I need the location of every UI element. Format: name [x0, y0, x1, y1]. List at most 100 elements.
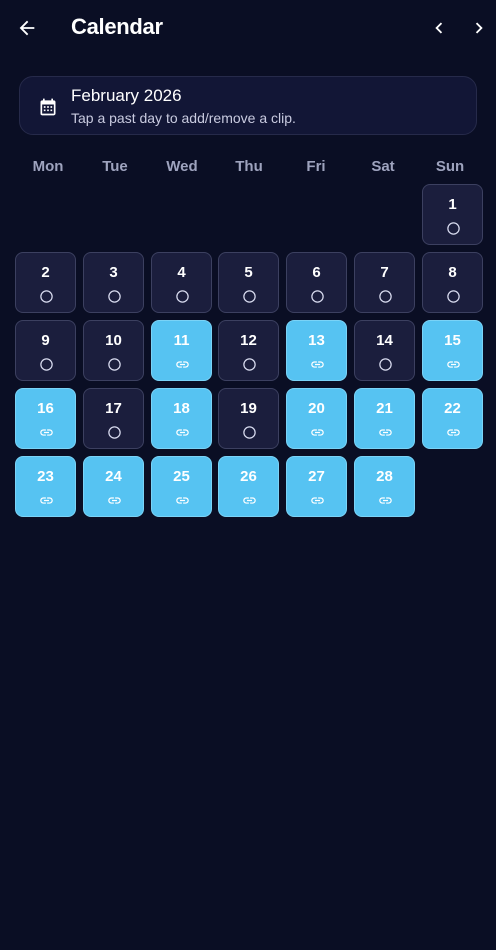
empty-circle-icon [108, 290, 121, 303]
day-number: 15 [444, 332, 461, 349]
link-icon [311, 497, 324, 504]
day-cell-empty[interactable]: 9 [15, 320, 76, 381]
day-cell-empty[interactable]: 14 [354, 320, 415, 381]
day-number: 16 [37, 400, 54, 417]
day-cell-empty[interactable]: 7 [354, 252, 415, 313]
day-number: 9 [41, 332, 50, 349]
empty-circle-icon [40, 290, 53, 303]
weekday-label: Fri [306, 158, 326, 175]
link-icon [243, 497, 256, 504]
link-icon [40, 429, 53, 436]
day-number: 4 [177, 264, 186, 281]
day-number: 6 [312, 264, 321, 281]
day-cell-with-clip[interactable]: 22 [422, 388, 483, 449]
day-number: 23 [37, 468, 54, 485]
link-icon [311, 429, 324, 436]
day-number: 24 [105, 468, 122, 485]
link-icon [176, 429, 189, 436]
day-cell-with-clip[interactable]: 16 [15, 388, 76, 449]
back-button[interactable] [9, 10, 45, 46]
day-number: 8 [448, 264, 457, 281]
empty-circle-icon [311, 290, 324, 303]
weekday-label: Thu [235, 158, 263, 175]
page-title: Calendar [71, 14, 163, 39]
day-cell-with-clip[interactable]: 24 [83, 456, 144, 517]
top-app-bar: Calendar [0, 0, 496, 56]
day-cell-empty[interactable]: 10 [83, 320, 144, 381]
arrow-left-icon [19, 20, 35, 36]
day-number: 3 [109, 264, 118, 281]
weekday-label: Sat [371, 158, 395, 175]
empty-circle-icon [243, 290, 256, 303]
day-cell-empty[interactable]: 2 [15, 252, 76, 313]
weekday-label: Mon [32, 158, 64, 175]
calendar-icon [40, 98, 56, 116]
month-label: February 2026 [71, 86, 182, 105]
day-cell-with-clip[interactable]: 27 [286, 456, 347, 517]
day-cell-with-clip[interactable]: 23 [15, 456, 76, 517]
day-cell-empty[interactable]: 17 [83, 388, 144, 449]
chevron-right-icon [475, 22, 483, 34]
link-icon [40, 497, 53, 504]
link-icon [447, 361, 460, 368]
weekday-label: Wed [166, 158, 198, 175]
day-number: 28 [376, 468, 393, 485]
day-number: 21 [376, 400, 393, 417]
link-icon [379, 497, 392, 504]
empty-circle-icon [243, 426, 256, 439]
day-cell-empty[interactable]: 1 [422, 184, 483, 245]
day-number: 5 [244, 264, 253, 281]
day-cell-empty[interactable]: 12 [218, 320, 279, 381]
day-number: 1 [448, 196, 457, 213]
day-cell-with-clip[interactable]: 15 [422, 320, 483, 381]
empty-circle-icon [108, 358, 121, 371]
day-number: 20 [308, 400, 325, 417]
link-icon [379, 429, 392, 436]
day-number: 27 [308, 468, 325, 485]
day-cell-empty[interactable]: 3 [83, 252, 144, 313]
hint-text: Tap a past day to add/remove a clip. [71, 110, 296, 126]
empty-circle-icon [176, 290, 189, 303]
previous-month-button[interactable] [421, 10, 457, 46]
chevron-left-icon [435, 22, 443, 34]
day-number: 19 [240, 400, 257, 417]
day-number: 17 [105, 400, 122, 417]
day-number: 25 [173, 468, 190, 485]
day-number: 18 [173, 400, 190, 417]
day-number: 26 [240, 468, 257, 485]
next-month-button[interactable] [461, 10, 496, 46]
link-icon [311, 361, 324, 368]
empty-circle-icon [40, 358, 53, 371]
empty-circle-icon [379, 358, 392, 371]
day-number: 14 [376, 332, 393, 349]
link-icon [176, 497, 189, 504]
day-cell-with-clip[interactable]: 18 [151, 388, 212, 449]
day-number: 12 [240, 332, 257, 349]
day-cell-empty[interactable]: 5 [218, 252, 279, 313]
empty-circle-icon [243, 358, 256, 371]
link-icon [447, 429, 460, 436]
weekday-header: Mon Tue Wed Thu Fri Sat Sun [15, 158, 483, 178]
day-cell-with-clip[interactable]: 25 [151, 456, 212, 517]
link-icon [176, 361, 189, 368]
day-number: 2 [41, 264, 50, 281]
day-cell-with-clip[interactable]: 28 [354, 456, 415, 517]
day-cell-empty[interactable]: 4 [151, 252, 212, 313]
day-cell-with-clip[interactable]: 26 [218, 456, 279, 517]
day-cell-with-clip[interactable]: 21 [354, 388, 415, 449]
weekday-label: Sun [435, 158, 465, 175]
day-number: 22 [444, 400, 461, 417]
weekday-label: Tue [102, 158, 128, 175]
day-number: 13 [308, 332, 325, 349]
day-cell-empty[interactable]: 19 [218, 388, 279, 449]
day-cell-with-clip[interactable]: 13 [286, 320, 347, 381]
day-cell-empty[interactable]: 8 [422, 252, 483, 313]
empty-circle-icon [447, 290, 460, 303]
day-cell-empty[interactable]: 6 [286, 252, 347, 313]
day-number: 10 [105, 332, 122, 349]
day-cell-with-clip[interactable]: 11 [151, 320, 212, 381]
day-cell-with-clip[interactable]: 20 [286, 388, 347, 449]
day-number: 7 [380, 264, 389, 281]
empty-circle-icon [108, 426, 121, 439]
empty-circle-icon [447, 222, 460, 235]
